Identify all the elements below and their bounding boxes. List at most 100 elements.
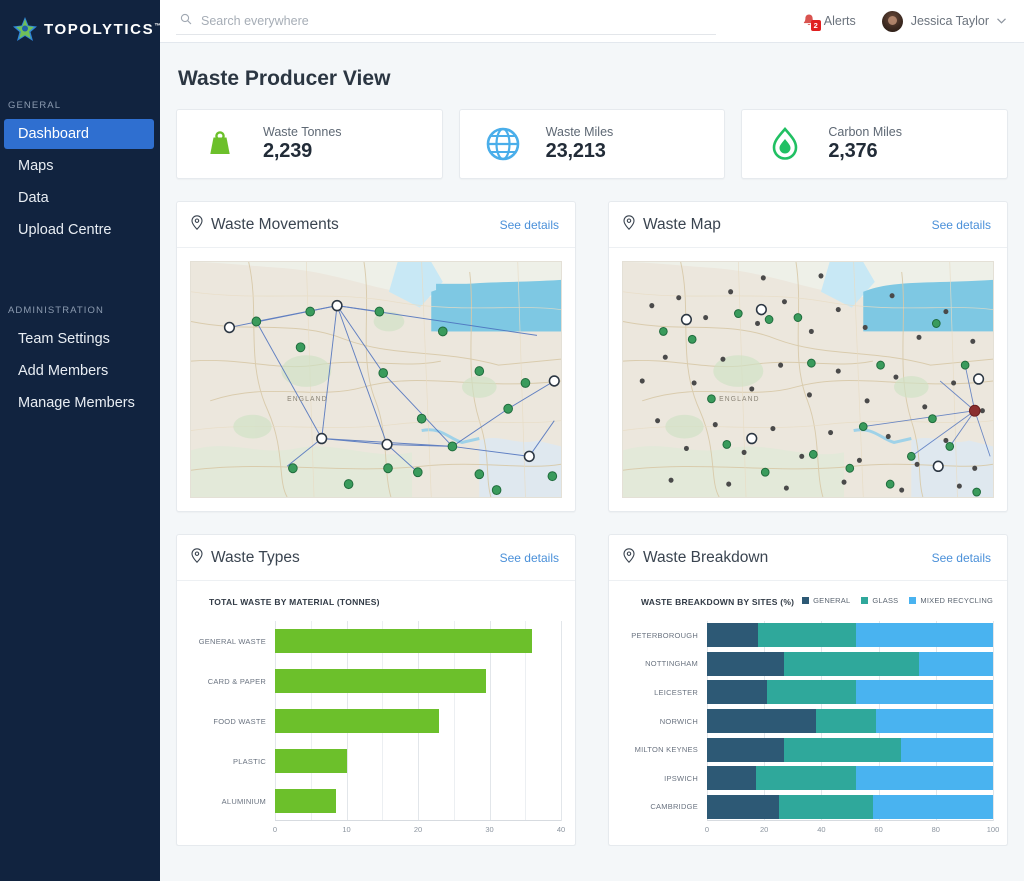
- stat-text-waste-tonnes: Waste Tonnes 2,239: [263, 125, 342, 163]
- leaf-drop-icon: [764, 123, 806, 165]
- bar-segment[interactable]: [778, 794, 873, 819]
- bar-segment[interactable]: [707, 680, 768, 705]
- bar[interactable]: [275, 709, 440, 733]
- search-box[interactable]: [176, 8, 716, 35]
- bar[interactable]: [275, 749, 347, 773]
- bar-track: [707, 621, 993, 650]
- bar-track: [707, 792, 993, 821]
- bar-row-label: ALUMINIUM: [221, 796, 266, 806]
- panel-title-text: Waste Breakdown: [643, 548, 769, 566]
- waste-map[interactable]: ENGLAND: [622, 261, 994, 498]
- bar-segment[interactable]: [872, 794, 993, 819]
- stat-card-carbon-miles: Carbon Miles 2,376: [741, 109, 1009, 179]
- stacked-bar: [707, 623, 993, 648]
- bar-row: CARD & PAPER: [191, 661, 561, 701]
- legend-item[interactable]: MIXED RECYCLING: [909, 596, 993, 605]
- see-details-link-waste-types[interactable]: See details: [500, 551, 559, 565]
- legend-item[interactable]: GENERAL: [802, 596, 850, 605]
- see-details-link-waste-movements[interactable]: See details: [500, 218, 559, 232]
- bar-row: LEICESTER: [623, 678, 993, 707]
- brand[interactable]: TOPOLYTICS: [0, 0, 160, 44]
- bar[interactable]: [275, 669, 486, 693]
- legend-item[interactable]: GLASS: [861, 596, 898, 605]
- bar-segment[interactable]: [815, 709, 876, 734]
- x-tick-label: 0: [272, 825, 278, 834]
- user-menu[interactable]: Jessica Taylor: [881, 10, 1006, 32]
- bar-row: ALUMINIUM: [191, 781, 561, 821]
- topbar-right: 2 Alerts Jessica Taylor: [801, 10, 1006, 32]
- x-tick-label: 40: [556, 825, 566, 834]
- nav-section-label-general: GENERAL: [8, 100, 62, 111]
- bar-row: FOOD WASTE: [191, 701, 561, 741]
- bar-segment[interactable]: [707, 651, 785, 676]
- sidebar-item-manage-members[interactable]: Manage Members: [4, 388, 154, 418]
- bar-track: [707, 735, 993, 764]
- stat-text-carbon-miles: Carbon Miles 2,376: [828, 125, 902, 163]
- x-tick-label: 0: [704, 825, 710, 834]
- stat-value: 2,239: [263, 140, 313, 162]
- bar-row: IPSWICH: [623, 764, 993, 793]
- bar-segment[interactable]: [784, 737, 902, 762]
- stacked-bar: [707, 737, 993, 762]
- legend-label: GENERAL: [813, 596, 851, 605]
- x-tick-label: 20: [760, 825, 769, 834]
- bar-segment[interactable]: [755, 766, 856, 791]
- bar-row-label: PETERBOROUGH: [631, 630, 698, 640]
- waste-movements-map[interactable]: ENGLAND: [190, 261, 562, 498]
- bar-track: [707, 764, 993, 793]
- bar-segment[interactable]: [707, 794, 779, 819]
- nav-section-label-administration: ADMINISTRATION: [8, 305, 104, 316]
- sidebar-item-data[interactable]: Data: [4, 183, 154, 213]
- bar-segment[interactable]: [918, 651, 993, 676]
- stat-card-waste-miles: Waste Miles 23,213: [458, 109, 726, 179]
- sidebar-item-maps[interactable]: Maps: [4, 151, 154, 181]
- alerts-button[interactable]: 2 Alerts: [801, 13, 856, 31]
- bar-segment[interactable]: [707, 766, 756, 791]
- bar-row: GENERAL WASTE: [191, 621, 561, 661]
- bell-icon: 2: [801, 13, 821, 31]
- bar-segment[interactable]: [784, 651, 919, 676]
- sidebar-item-dashboard[interactable]: Dashboard: [4, 119, 154, 149]
- panel-waste-movements: Waste Movements See details ENGLAND: [176, 201, 576, 512]
- nav-section-general: GENERAL Dashboard Maps Data Upload Centr…: [0, 100, 160, 245]
- svg-text:ENGLAND: ENGLAND: [719, 396, 760, 403]
- panel-header: Waste Movements See details: [177, 202, 575, 248]
- chart-panel-row: Waste Types See details TOTAL WASTE BY M…: [176, 534, 1008, 846]
- bar-segment[interactable]: [767, 680, 856, 705]
- bar-row-label: LEICESTER: [654, 687, 698, 697]
- bar-segment[interactable]: [707, 623, 759, 648]
- sidebar-item-upload-centre[interactable]: Upload Centre: [4, 215, 154, 245]
- sidebar-item-add-members[interactable]: Add Members: [4, 356, 154, 386]
- bar-segment[interactable]: [875, 709, 993, 734]
- bar-segment[interactable]: [855, 623, 993, 648]
- x-tick-label: 10: [342, 825, 351, 834]
- stat-value: 2,376: [828, 140, 878, 162]
- x-tick-label: 60: [874, 825, 883, 834]
- bar-segment[interactable]: [855, 680, 993, 705]
- bar[interactable]: [275, 629, 533, 653]
- search-input[interactable]: [199, 12, 716, 29]
- panel-title-waste-movements: Waste Movements: [191, 214, 339, 235]
- bar[interactable]: [275, 789, 336, 813]
- bar-segment[interactable]: [901, 737, 993, 762]
- panel-header: Waste Breakdown See details: [609, 535, 1007, 581]
- bar-segment[interactable]: [855, 766, 993, 791]
- legend-swatch: [909, 597, 917, 604]
- bar-row: MILTON KEYNES: [623, 735, 993, 764]
- chart-legend: GENERAL GLASS MIXED RECYCLING: [802, 595, 993, 605]
- see-details-link-waste-breakdown[interactable]: See details: [932, 551, 991, 565]
- sidebar-item-team-settings[interactable]: Team Settings: [4, 324, 154, 354]
- bar-segment[interactable]: [707, 737, 785, 762]
- bar-segment[interactable]: [707, 709, 816, 734]
- see-details-link-waste-map[interactable]: See details: [932, 218, 991, 232]
- x-tick-label: 30: [485, 825, 494, 834]
- map-pin-icon: [191, 547, 203, 568]
- panel-title-waste-types: Waste Types: [191, 547, 300, 568]
- stat-value: 23,213: [545, 140, 606, 162]
- stat-text-waste-miles: Waste Miles 23,213: [546, 125, 614, 163]
- bar-segment[interactable]: [758, 623, 856, 648]
- waste-breakdown-chart: WASTE BREAKDOWN BY SITES (%) GENERAL GLAS…: [609, 581, 1007, 845]
- map-pin-icon: [623, 547, 635, 568]
- bar-track: [275, 701, 561, 741]
- bar-track: [275, 781, 561, 821]
